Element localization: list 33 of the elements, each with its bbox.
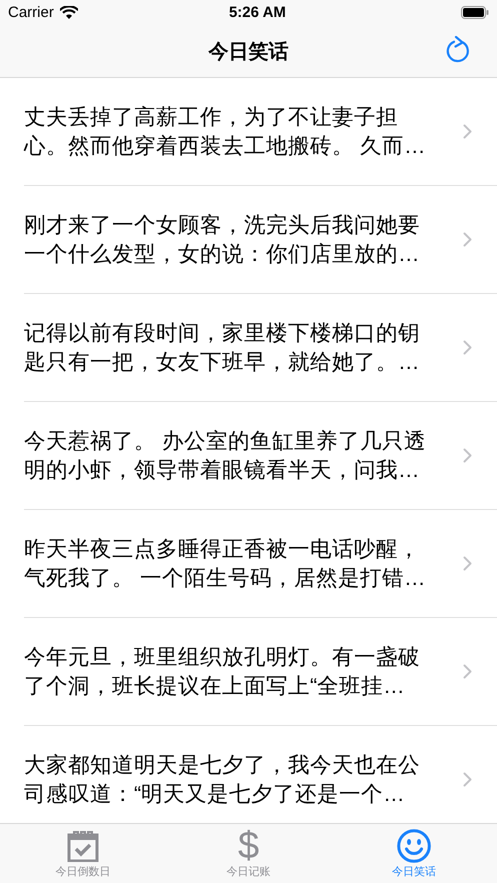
wifi-icon <box>60 6 78 19</box>
smiley-icon <box>397 829 432 863</box>
screen-title: 今日笑话 <box>208 40 288 64</box>
battery-icon <box>461 6 489 19</box>
carrier-label: Carrier <box>8 4 54 21</box>
chevron-icon <box>463 772 472 787</box>
joke-text: 刚才来了一个女顾客，洗完头后我问她要 <box>24 212 421 238</box>
clock-time: 5:26 AM <box>228 4 287 21</box>
joke-text: 气死我了。 一个陌生号码，居然是打错… <box>24 564 426 592</box>
joke-text: 大家都知道明天是七夕了，我今天也在公 <box>24 752 421 778</box>
tab-item[interactable]: $ 今日记账 <box>166 824 332 883</box>
chevron-icon <box>463 448 472 463</box>
joke-text: 匙只有一把，女友下班早，就给她了。… <box>24 348 420 376</box>
dollar-icon: $ <box>238 828 260 864</box>
joke-text: 今天惹祸了。 办公室的鱼缸里养了几只透 <box>24 428 427 454</box>
joke-text: 心。然而他穿着西装去工地搬砖。 久而… <box>24 132 426 160</box>
chevron-icon <box>463 556 472 571</box>
joke-text: 一个什么发型，女的说：你们店里放的… <box>24 240 420 268</box>
tab-item[interactable]: 今日笑话 <box>331 824 497 883</box>
joke-text: 记得以前有段时间，家里楼下楼梯口的钥 <box>24 320 421 346</box>
joke-text: 今年元旦，班里组织放孔明灯。有一盏破 <box>24 644 421 670</box>
joke-text: 了个洞，班长提议在上面写上“全班挂… <box>24 672 406 700</box>
joke-text: 明的小虾，领导带着眼镜看半天，问我… <box>24 456 420 484</box>
joke-text: 昨天半夜三点多睡得正香被一电话吵醒， <box>24 536 421 562</box>
calendar-check-icon <box>66 830 99 862</box>
tab-item[interactable]: 今日倒数日 <box>0 824 166 883</box>
refresh-icon[interactable] <box>446 36 472 64</box>
chevron-icon <box>463 232 472 247</box>
chevron-icon <box>463 124 472 139</box>
chevron-icon <box>463 340 472 355</box>
joke-text: 司感叹道：“明天又是七夕了还是一个… <box>24 780 406 808</box>
joke-text: 丈夫丢掉了高薪工作，为了不让妻子担 <box>24 104 399 130</box>
chevron-icon <box>463 664 472 679</box>
